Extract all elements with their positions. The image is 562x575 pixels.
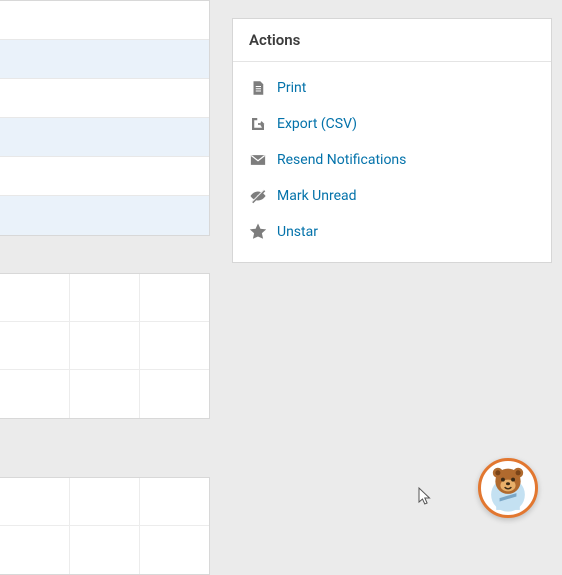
mail-icon [249, 151, 267, 169]
table-cell [0, 274, 70, 321]
table-cell [0, 478, 70, 525]
table-cell [0, 526, 70, 574]
action-export[interactable]: Export (CSV) [233, 106, 551, 142]
table-row [0, 370, 209, 418]
action-print[interactable]: Print [233, 70, 551, 106]
action-unstar[interactable]: Unstar [233, 214, 551, 250]
table-cell [70, 370, 140, 418]
table-cell [140, 322, 209, 369]
list-row[interactable] [0, 1, 209, 40]
action-resend-notifications[interactable]: Resend Notifications [233, 142, 551, 178]
star-icon [249, 223, 267, 241]
eye-off-icon [249, 187, 267, 205]
list-row[interactable] [0, 157, 209, 196]
table-cell [140, 370, 209, 418]
secondary-table-fragment [0, 273, 210, 419]
action-label: Print [277, 80, 306, 96]
tertiary-table-fragment [0, 477, 210, 575]
table-cell [140, 478, 209, 525]
cursor-icon [416, 486, 436, 506]
table-cell [70, 478, 140, 525]
table-row [0, 322, 209, 370]
entries-list-fragment [0, 0, 210, 236]
table-cell [0, 322, 70, 369]
list-row[interactable] [0, 40, 209, 79]
action-label: Resend Notifications [277, 152, 406, 168]
table-cell [70, 526, 140, 574]
action-label: Unstar [277, 224, 318, 240]
table-row [0, 526, 209, 574]
actions-panel-title: Actions [233, 19, 551, 62]
action-label: Mark Unread [277, 188, 357, 204]
table-cell [70, 322, 140, 369]
actions-list: Print Export (CSV) Resend Notifications [233, 62, 551, 262]
export-icon [249, 115, 267, 133]
table-cell [70, 274, 140, 321]
list-row[interactable] [0, 196, 209, 235]
action-label: Export (CSV) [277, 116, 357, 132]
list-row[interactable] [0, 118, 209, 157]
table-row [0, 478, 209, 526]
table-row [0, 274, 209, 322]
action-mark-unread[interactable]: Mark Unread [233, 178, 551, 214]
table-cell [0, 370, 70, 418]
file-icon [249, 79, 267, 97]
table-cell [140, 274, 209, 321]
list-row[interactable] [0, 79, 209, 118]
actions-panel: Actions Print Export (CSV) [232, 18, 552, 263]
help-mascot-button[interactable] [478, 458, 538, 518]
table-cell [140, 526, 209, 574]
